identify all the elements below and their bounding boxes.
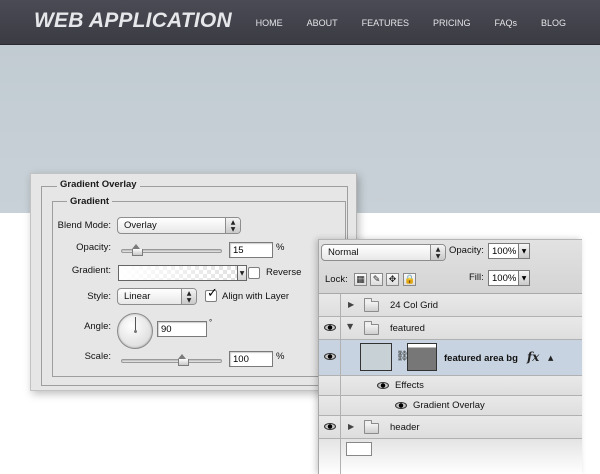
align-with-layer-checkbox[interactable]: ✓ xyxy=(205,286,218,302)
gradient-overlay-dialog: Gradient Overlay Gradient Blend Mode: Ov… xyxy=(30,173,357,391)
visibility-cell xyxy=(319,439,341,474)
group-title: Gradient xyxy=(67,196,113,207)
angle-hub xyxy=(134,330,137,333)
layer-row-partial xyxy=(319,439,582,474)
nav-faqs[interactable]: FAQs xyxy=(494,18,517,28)
nav-home[interactable]: HOME xyxy=(256,18,283,28)
scale-label: Scale: xyxy=(84,351,111,362)
blend-mode-select[interactable]: Overlay ▲ ▼ xyxy=(117,217,241,234)
updown-arrows-icon: ▲ ▼ xyxy=(181,289,196,304)
fill-label: Fill: xyxy=(469,272,484,283)
visibility-toggle[interactable] xyxy=(319,340,341,375)
effects-label: Effects xyxy=(395,380,424,391)
site-logo[interactable]: WEB APPLICATION xyxy=(34,9,232,33)
style-select[interactable]: Linear ▲ ▼ xyxy=(117,288,197,305)
layer-row-header[interactable]: ▶ header xyxy=(319,416,582,439)
folder-icon xyxy=(364,298,379,312)
lock-image-pixels-icon[interactable]: ✎ xyxy=(370,273,383,286)
angle-dial[interactable] xyxy=(117,313,153,349)
layer-row-24-col-grid[interactable]: ▶ 24 Col Grid xyxy=(319,294,582,317)
layer-opacity-value: 100% xyxy=(492,246,517,257)
layers-panel: Normal ▲ ▼ Opacity: 100% ▼ Lock: ▦ ✎ ✥ 🔒 … xyxy=(318,239,582,474)
visibility-toggle[interactable] xyxy=(319,294,341,316)
layer-name: featured area bg xyxy=(444,353,518,364)
nav-pricing[interactable]: PRICING xyxy=(433,18,471,28)
folder-icon xyxy=(364,420,379,434)
blend-mode-label: Blend Mode: xyxy=(57,220,111,231)
eye-icon xyxy=(324,353,336,360)
eye-icon[interactable] xyxy=(377,382,389,389)
visibility-toggle[interactable] xyxy=(319,416,341,438)
gradient-label: Gradient: xyxy=(71,265,111,276)
layer-opacity-input[interactable]: 100% ▼ xyxy=(488,243,530,259)
layer-thumbnail xyxy=(346,442,372,456)
updown-arrows-icon: ▲ ▼ xyxy=(225,218,240,233)
layer-name: featured xyxy=(390,323,425,334)
scale-input[interactable]: 100 xyxy=(229,351,273,367)
lock-all-icon[interactable]: 🔒 xyxy=(403,273,416,286)
expand-triangle-icon[interactable]: ▶ xyxy=(348,422,354,431)
eye-icon[interactable] xyxy=(395,402,407,409)
section-title: Gradient Overlay xyxy=(57,179,140,190)
lock-transparent-pixels-icon[interactable]: ▦ xyxy=(354,273,367,286)
lock-label: Lock: xyxy=(325,274,348,285)
site-header: WEB APPLICATION HOME ABOUT FEATURES PRIC… xyxy=(0,0,600,45)
scale-slider-thumb[interactable] xyxy=(178,354,189,366)
gradient-dropdown-icon[interactable]: ▼ xyxy=(238,265,247,281)
scale-unit: % xyxy=(276,351,285,362)
dropdown-arrow-icon[interactable]: ▼ xyxy=(518,270,530,286)
opacity-input[interactable]: 15 xyxy=(229,242,273,258)
visibility-cell xyxy=(319,376,341,395)
expand-triangle-icon[interactable]: ▶ xyxy=(348,300,354,309)
blend-mode-value: Overlay xyxy=(124,220,157,231)
layer-row-featured[interactable]: ▼ featured xyxy=(319,317,582,340)
gradient-picker[interactable] xyxy=(118,265,238,281)
layer-name: header xyxy=(390,422,420,433)
scroll-up-icon[interactable]: ▲ xyxy=(548,354,553,362)
angle-input[interactable]: 90 xyxy=(157,321,207,337)
dropdown-arrow-icon[interactable]: ▼ xyxy=(518,243,530,259)
gradient-fade xyxy=(119,266,237,280)
layer-blend-mode-select[interactable]: Normal ▲ ▼ xyxy=(321,244,446,261)
nav-about[interactable]: ABOUT xyxy=(307,18,338,28)
effect-name: Gradient Overlay xyxy=(413,400,485,411)
layer-mask-thumbnail[interactable] xyxy=(407,343,437,371)
align-with-layer-label: Align with Layer xyxy=(222,291,290,302)
fill-value: 100% xyxy=(492,273,517,284)
opacity-label: Opacity: xyxy=(76,242,111,253)
collapse-triangle-icon[interactable]: ▼ xyxy=(347,322,353,331)
checkmark-icon: ✓ xyxy=(207,286,218,301)
eye-icon xyxy=(324,324,336,331)
eye-icon xyxy=(324,423,336,430)
site-nav: HOME ABOUT FEATURES PRICING FAQs BLOG xyxy=(256,0,600,45)
nav-features[interactable]: FEATURES xyxy=(362,18,409,28)
angle-label: Angle: xyxy=(84,321,111,332)
layer-row-featured-area-bg[interactable]: ⛓ featured area bg fx ▲ xyxy=(319,340,582,376)
nav-blog[interactable]: BLOG xyxy=(541,18,566,28)
layer-opacity-label: Opacity: xyxy=(449,245,484,256)
layers-toolbar: Normal ▲ ▼ Opacity: 100% ▼ Lock: ▦ ✎ ✥ 🔒 … xyxy=(319,240,582,294)
angle-unit: ° xyxy=(209,318,213,327)
scale-slider[interactable] xyxy=(121,359,222,363)
reverse-checkbox[interactable] xyxy=(248,267,260,279)
layer-thumbnail[interactable] xyxy=(360,343,392,371)
updown-arrows-icon: ▲ ▼ xyxy=(430,245,445,260)
style-label: Style: xyxy=(87,291,111,302)
lock-position-icon[interactable]: ✥ xyxy=(386,273,399,286)
layer-blend-mode-value: Normal xyxy=(328,247,359,258)
fx-icon[interactable]: fx xyxy=(527,350,539,364)
opacity-unit: % xyxy=(276,242,285,253)
style-value: Linear xyxy=(124,291,151,302)
reverse-label: Reverse xyxy=(266,267,302,278)
fill-input[interactable]: 100% ▼ xyxy=(488,270,530,286)
opacity-slider-thumb[interactable] xyxy=(132,244,143,256)
visibility-toggle[interactable] xyxy=(319,317,341,339)
effects-row[interactable]: Effects xyxy=(319,376,582,396)
folder-icon xyxy=(364,321,379,335)
layer-name: 24 Col Grid xyxy=(390,300,439,311)
gradient-overlay-effect-row[interactable]: Gradient Overlay xyxy=(319,396,582,416)
visibility-cell xyxy=(319,396,341,415)
